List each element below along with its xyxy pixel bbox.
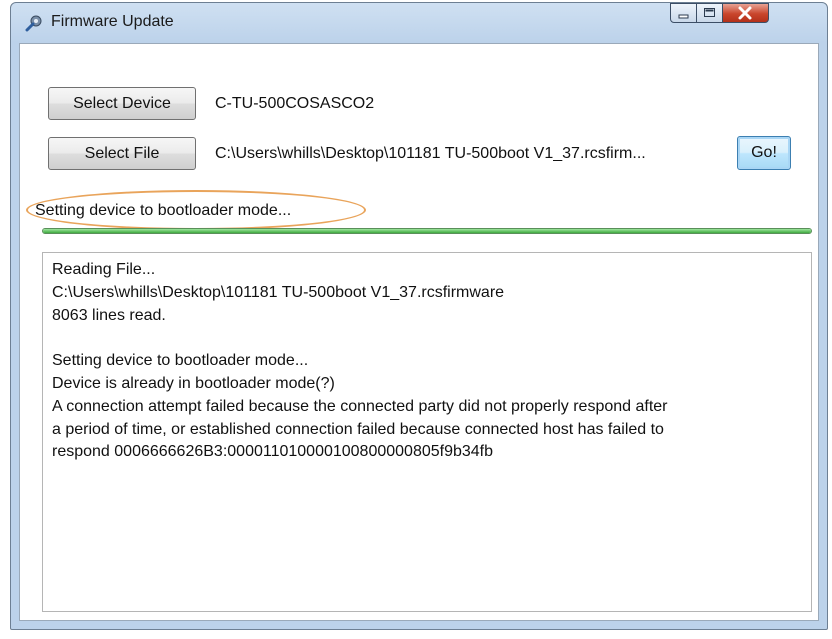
close-icon xyxy=(738,6,752,20)
firmware-update-window: Firmware Update Select Device C-TU-500CO… xyxy=(10,2,828,630)
select-file-button[interactable]: Select File xyxy=(48,137,196,170)
select-device-button[interactable]: Select Device xyxy=(48,87,196,120)
maximize-button[interactable] xyxy=(696,3,723,23)
progress-bar xyxy=(42,228,812,234)
log-line: Setting device to bootloader mode... xyxy=(52,352,309,370)
wrench-gear-icon xyxy=(25,14,43,32)
log-line: a period of time, or established connect… xyxy=(52,420,664,438)
title-bar[interactable]: Firmware Update xyxy=(11,3,827,43)
status-text: Setting device to bootloader mode... xyxy=(35,202,292,219)
progress-bar-fill xyxy=(43,229,811,233)
log-line: C:\Users\whills\Desktop\101181 TU-500boo… xyxy=(52,283,505,301)
selected-device-value: C-TU-500COSASCO2 xyxy=(215,95,375,112)
minimize-button[interactable] xyxy=(670,3,697,23)
close-button[interactable] xyxy=(722,3,769,23)
log-line: A connection attempt failed because the … xyxy=(52,397,668,415)
log-output[interactable]: Reading File... C:\Users\whills\Desktop\1… xyxy=(42,252,812,612)
client-area: Select Device C-TU-500COSASCO2 Select Fi… xyxy=(19,43,819,621)
window-title: Firmware Update xyxy=(51,13,174,30)
selected-file-path: C:\Users\whills\Desktop\101181 TU-500boo… xyxy=(215,145,646,162)
go-button[interactable]: Go! xyxy=(737,136,791,170)
minimize-icon xyxy=(678,14,689,19)
log-line: respond 0006666626B3:0000110100001008000… xyxy=(52,443,494,461)
log-line: Reading File... xyxy=(52,261,156,278)
log-line: 8063 lines read. xyxy=(52,306,166,324)
log-line: Device is already in bootloader mode(?) xyxy=(52,374,335,392)
maximize-icon xyxy=(704,8,715,17)
